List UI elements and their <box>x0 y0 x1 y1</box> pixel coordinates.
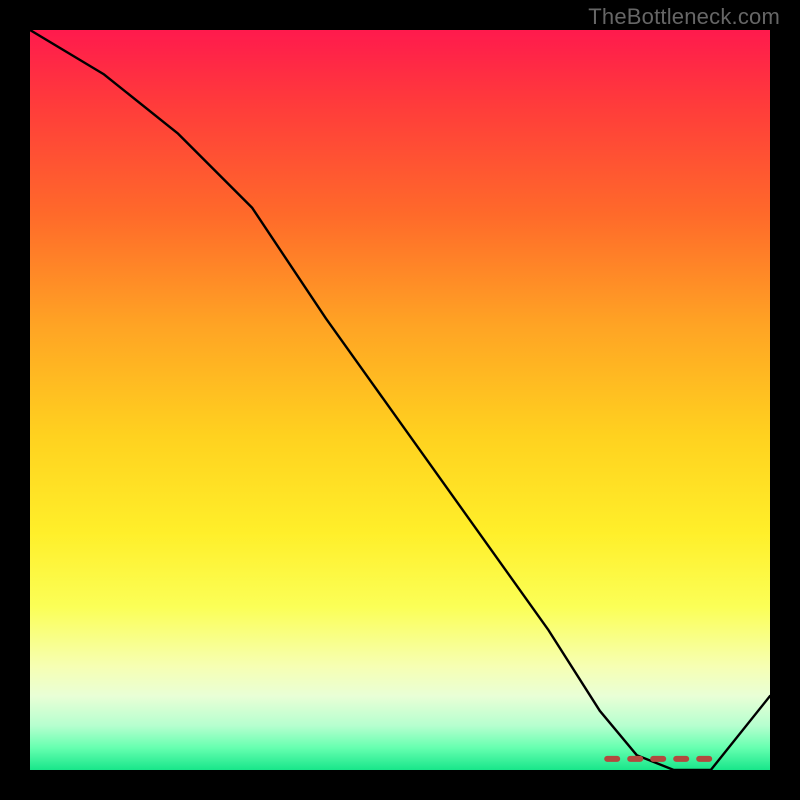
plot-area <box>30 30 770 770</box>
bottleneck-curve <box>30 30 770 770</box>
chart-root: TheBottleneck.com <box>0 0 800 800</box>
watermark-text: TheBottleneck.com <box>588 4 780 30</box>
chart-svg <box>30 30 770 770</box>
